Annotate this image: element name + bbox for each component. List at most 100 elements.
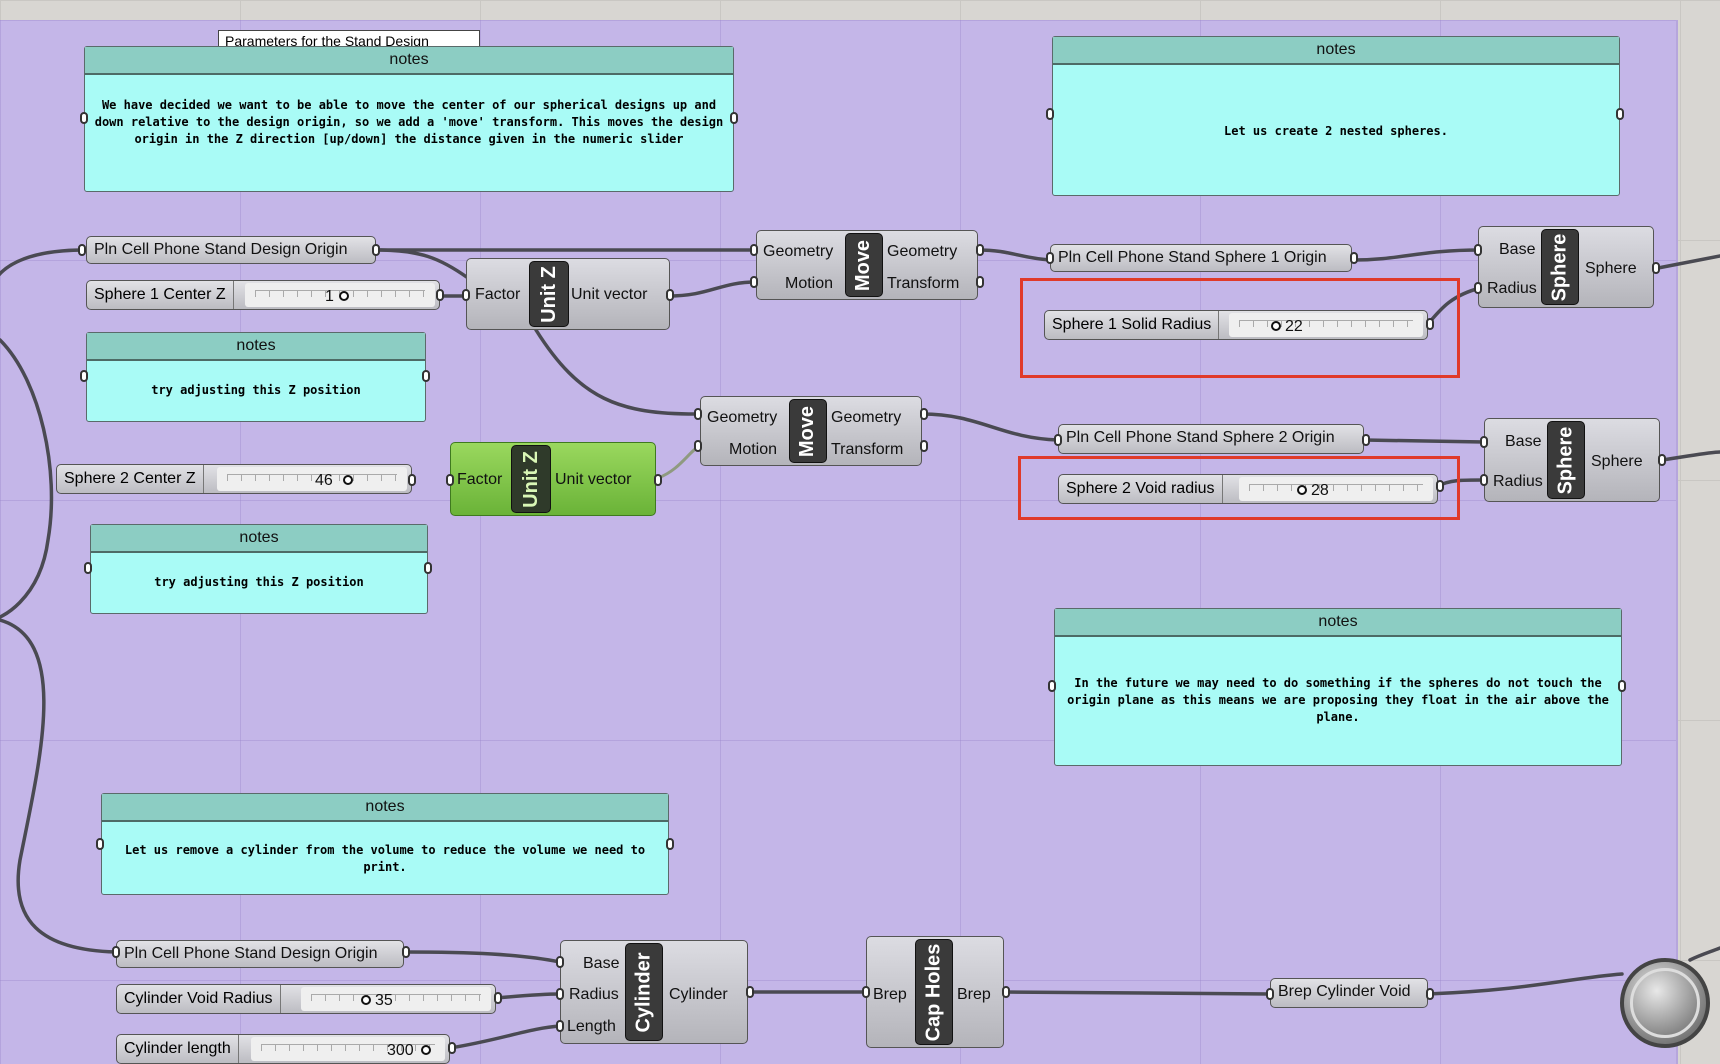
- output-unit-vector[interactable]: Unit vector: [571, 286, 647, 304]
- port-in[interactable]: [694, 408, 702, 420]
- input-factor[interactable]: Factor: [475, 286, 520, 304]
- port-out[interactable]: [920, 440, 928, 452]
- note-move-explanation[interactable]: notes We have decided we want to be able…: [84, 46, 734, 192]
- slider-sphere2-void-radius[interactable]: Sphere 2 Void radius 28: [1058, 474, 1438, 504]
- port-out[interactable]: [372, 244, 380, 256]
- port-in[interactable]: [1480, 436, 1488, 448]
- input-factor[interactable]: Factor: [457, 471, 502, 489]
- input-base[interactable]: Base: [1505, 433, 1541, 451]
- port-out[interactable]: [920, 408, 928, 420]
- port-out[interactable]: [1350, 252, 1358, 264]
- port-in[interactable]: [1474, 282, 1482, 294]
- slider-sphere1-center-z[interactable]: Sphere 1 Center Z 1: [86, 280, 440, 310]
- grasshopper-canvas[interactable]: Parameters for the Stand Design notes We…: [0, 0, 1720, 1064]
- port-out[interactable]: [746, 986, 754, 998]
- note-port-in[interactable]: [80, 370, 88, 382]
- note-port-out[interactable]: [730, 112, 738, 124]
- output-geometry[interactable]: Geometry: [887, 243, 957, 261]
- port-out[interactable]: [402, 946, 410, 958]
- slider-knob[interactable]: [343, 475, 353, 485]
- component-sphere-2[interactable]: Base Radius Sphere Sphere: [1484, 418, 1660, 502]
- port-in[interactable]: [1054, 434, 1062, 446]
- param-design-origin-2[interactable]: Pln Cell Phone Stand Design Origin: [116, 940, 404, 968]
- slider-track[interactable]: 46: [217, 467, 407, 491]
- output-cylinder[interactable]: Cylinder: [669, 986, 728, 1004]
- slider-track[interactable]: 22: [1229, 313, 1423, 337]
- note-port-in[interactable]: [84, 562, 92, 574]
- port-out[interactable]: [1436, 480, 1444, 492]
- port-in[interactable]: [462, 289, 470, 301]
- slider-knob[interactable]: [339, 291, 349, 301]
- input-base[interactable]: Base: [583, 955, 619, 973]
- output-brep[interactable]: Brep: [957, 986, 991, 1004]
- component-move-1[interactable]: Geometry Motion Move Geometry Transform: [756, 230, 978, 300]
- slider-cylinder-void-radius[interactable]: Cylinder Void Radius 35: [116, 984, 496, 1014]
- output-sphere[interactable]: Sphere: [1585, 260, 1637, 278]
- slider-sphere2-center-z[interactable]: Sphere 2 Center Z 46: [56, 464, 412, 494]
- note-port-in[interactable]: [80, 112, 88, 124]
- param-design-origin[interactable]: Pln Cell Phone Stand Design Origin: [86, 236, 376, 264]
- port-in[interactable]: [446, 474, 454, 486]
- input-radius[interactable]: Radius: [1487, 280, 1537, 298]
- input-brep[interactable]: Brep: [873, 986, 907, 1004]
- input-radius[interactable]: Radius: [569, 986, 619, 1004]
- component-cylinder[interactable]: Base Radius Length Cylinder Cylinder: [560, 940, 748, 1044]
- input-geometry[interactable]: Geometry: [763, 243, 833, 261]
- component-unit-z-1[interactable]: Factor Unit Z Unit vector: [466, 258, 670, 330]
- input-geometry[interactable]: Geometry: [707, 409, 777, 427]
- port-in[interactable]: [750, 276, 758, 288]
- note-port-out[interactable]: [666, 838, 674, 850]
- note-port-in[interactable]: [1048, 680, 1056, 692]
- port-in[interactable]: [1266, 988, 1274, 1000]
- note-future-float[interactable]: notes In the future we may need to do so…: [1054, 608, 1622, 766]
- port-in[interactable]: [556, 956, 564, 968]
- slider-knob[interactable]: [1271, 321, 1281, 331]
- port-in[interactable]: [694, 440, 702, 452]
- output-transform[interactable]: Transform: [831, 441, 903, 459]
- port-out[interactable]: [976, 244, 984, 256]
- port-in[interactable]: [78, 244, 86, 256]
- port-in[interactable]: [1046, 252, 1054, 264]
- output-sphere[interactable]: Sphere: [1591, 453, 1643, 471]
- param-brep-cylinder-void[interactable]: Brep Cylinder Void: [1270, 978, 1428, 1008]
- port-in[interactable]: [556, 1020, 564, 1032]
- component-move-2[interactable]: Geometry Motion Move Geometry Transform: [700, 396, 922, 466]
- slider-knob[interactable]: [1297, 485, 1307, 495]
- slider-track[interactable]: 28: [1239, 477, 1433, 501]
- note-adjust-z-1[interactable]: notes try adjusting this Z position: [86, 332, 426, 422]
- output-transform[interactable]: Transform: [887, 275, 959, 293]
- port-in[interactable]: [862, 986, 870, 998]
- port-out[interactable]: [1426, 988, 1434, 1000]
- port-out[interactable]: [408, 474, 416, 486]
- slider-knob[interactable]: [421, 1045, 431, 1055]
- port-in[interactable]: [556, 988, 564, 1000]
- port-out[interactable]: [1426, 318, 1434, 330]
- param-sphere1-origin[interactable]: Pln Cell Phone Stand Sphere 1 Origin: [1050, 244, 1352, 272]
- note-port-in[interactable]: [1046, 108, 1054, 120]
- output-unit-vector[interactable]: Unit vector: [555, 471, 631, 489]
- port-out[interactable]: [1002, 986, 1010, 998]
- component-cap-holes[interactable]: Brep Cap Holes Brep: [866, 936, 1004, 1048]
- port-out[interactable]: [1652, 262, 1660, 274]
- note-nested-spheres[interactable]: notes Let us create 2 nested spheres.: [1052, 36, 1620, 196]
- navigation-widget-icon[interactable]: [1620, 958, 1710, 1048]
- component-unit-z-2[interactable]: Factor Unit Z Unit vector: [450, 442, 656, 516]
- note-port-in[interactable]: [96, 838, 104, 850]
- port-in[interactable]: [750, 244, 758, 256]
- slider-sphere1-solid-radius[interactable]: Sphere 1 Solid Radius 22: [1044, 310, 1428, 340]
- input-base[interactable]: Base: [1499, 241, 1535, 259]
- port-in[interactable]: [112, 946, 120, 958]
- note-adjust-z-2[interactable]: notes try adjusting this Z position: [90, 524, 428, 614]
- port-out[interactable]: [448, 1042, 456, 1054]
- port-out[interactable]: [1658, 454, 1666, 466]
- note-remove-cylinder[interactable]: notes Let us remove a cylinder from the …: [101, 793, 669, 895]
- port-out[interactable]: [1362, 434, 1370, 446]
- port-out[interactable]: [494, 992, 502, 1004]
- output-geometry[interactable]: Geometry: [831, 409, 901, 427]
- note-port-out[interactable]: [422, 370, 430, 382]
- input-length[interactable]: Length: [567, 1018, 616, 1036]
- note-port-out[interactable]: [1618, 680, 1626, 692]
- param-sphere2-origin[interactable]: Pln Cell Phone Stand Sphere 2 Origin: [1058, 424, 1364, 454]
- slider-knob[interactable]: [361, 995, 371, 1005]
- port-out[interactable]: [976, 276, 984, 288]
